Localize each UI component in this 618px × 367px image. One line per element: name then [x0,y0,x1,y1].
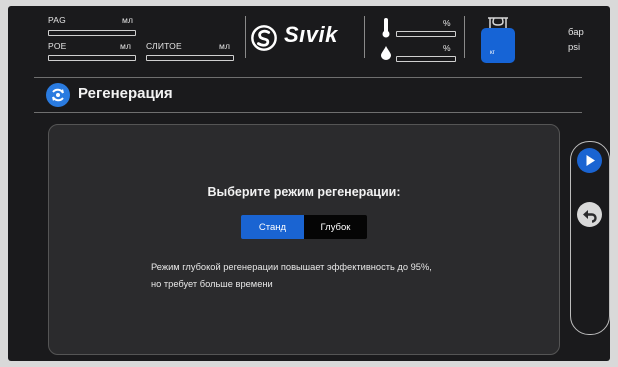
drain-unit: мл [219,41,231,51]
back-button[interactable] [577,202,602,227]
sivik-logo-icon [251,25,277,51]
temperature-bar [396,31,456,37]
pag-level-bar [48,30,136,36]
humidity-percent-unit: % [443,43,451,53]
divider [464,16,465,58]
regeneration-icon [46,83,70,107]
divider [364,16,365,58]
pag-unit: мл [122,15,134,25]
back-arrow-icon [583,210,597,223]
pressure-unit-psi: psi [568,42,581,53]
refrigerant-tank-icon [481,17,515,63]
page-title: Регенерация [78,85,173,102]
title-divider [34,112,582,113]
droplet-icon [381,46,391,60]
mode-deep-button[interactable]: Глубок [304,215,367,239]
temperature-percent-unit: % [443,18,451,28]
pressure-unit-bar: бар [568,27,584,38]
mode-prompt: Выберите режим регенерации: [207,185,401,199]
status-header: PAG мл POE мл СЛИТОЕ мл Sıvik % % кг бар… [8,6,610,76]
poe-level-bar [48,55,136,61]
divider [245,16,246,58]
mode-standard-button[interactable]: Станд [241,215,304,239]
brand-name: Sıvik [284,22,338,47]
pag-label: PAG [48,15,66,25]
description-line: Режим глубокой регенерации повышает эффе… [151,262,432,272]
description-line: но требует больше времени [151,279,273,289]
app-screen: PAG мл POE мл СЛИТОЕ мл Sıvik % % кг бар… [8,6,610,361]
mode-selector: Станд Глубок [241,215,367,239]
next-button[interactable] [577,148,602,173]
tank-unit: кг [490,50,495,56]
drain-level-bar [146,55,234,61]
humidity-bar [396,56,456,62]
header-divider [34,77,582,78]
side-nav [570,141,610,335]
thermometer-icon [382,18,390,38]
poe-label: POE [48,41,67,51]
mode-description: Режим глубокой регенерации повышает эффе… [151,259,432,293]
regeneration-panel: Выберите режим регенерации: Станд Глубок… [48,124,560,355]
play-icon [586,155,595,166]
poe-unit: мл [120,41,132,51]
drain-label: СЛИТОЕ [146,41,182,51]
